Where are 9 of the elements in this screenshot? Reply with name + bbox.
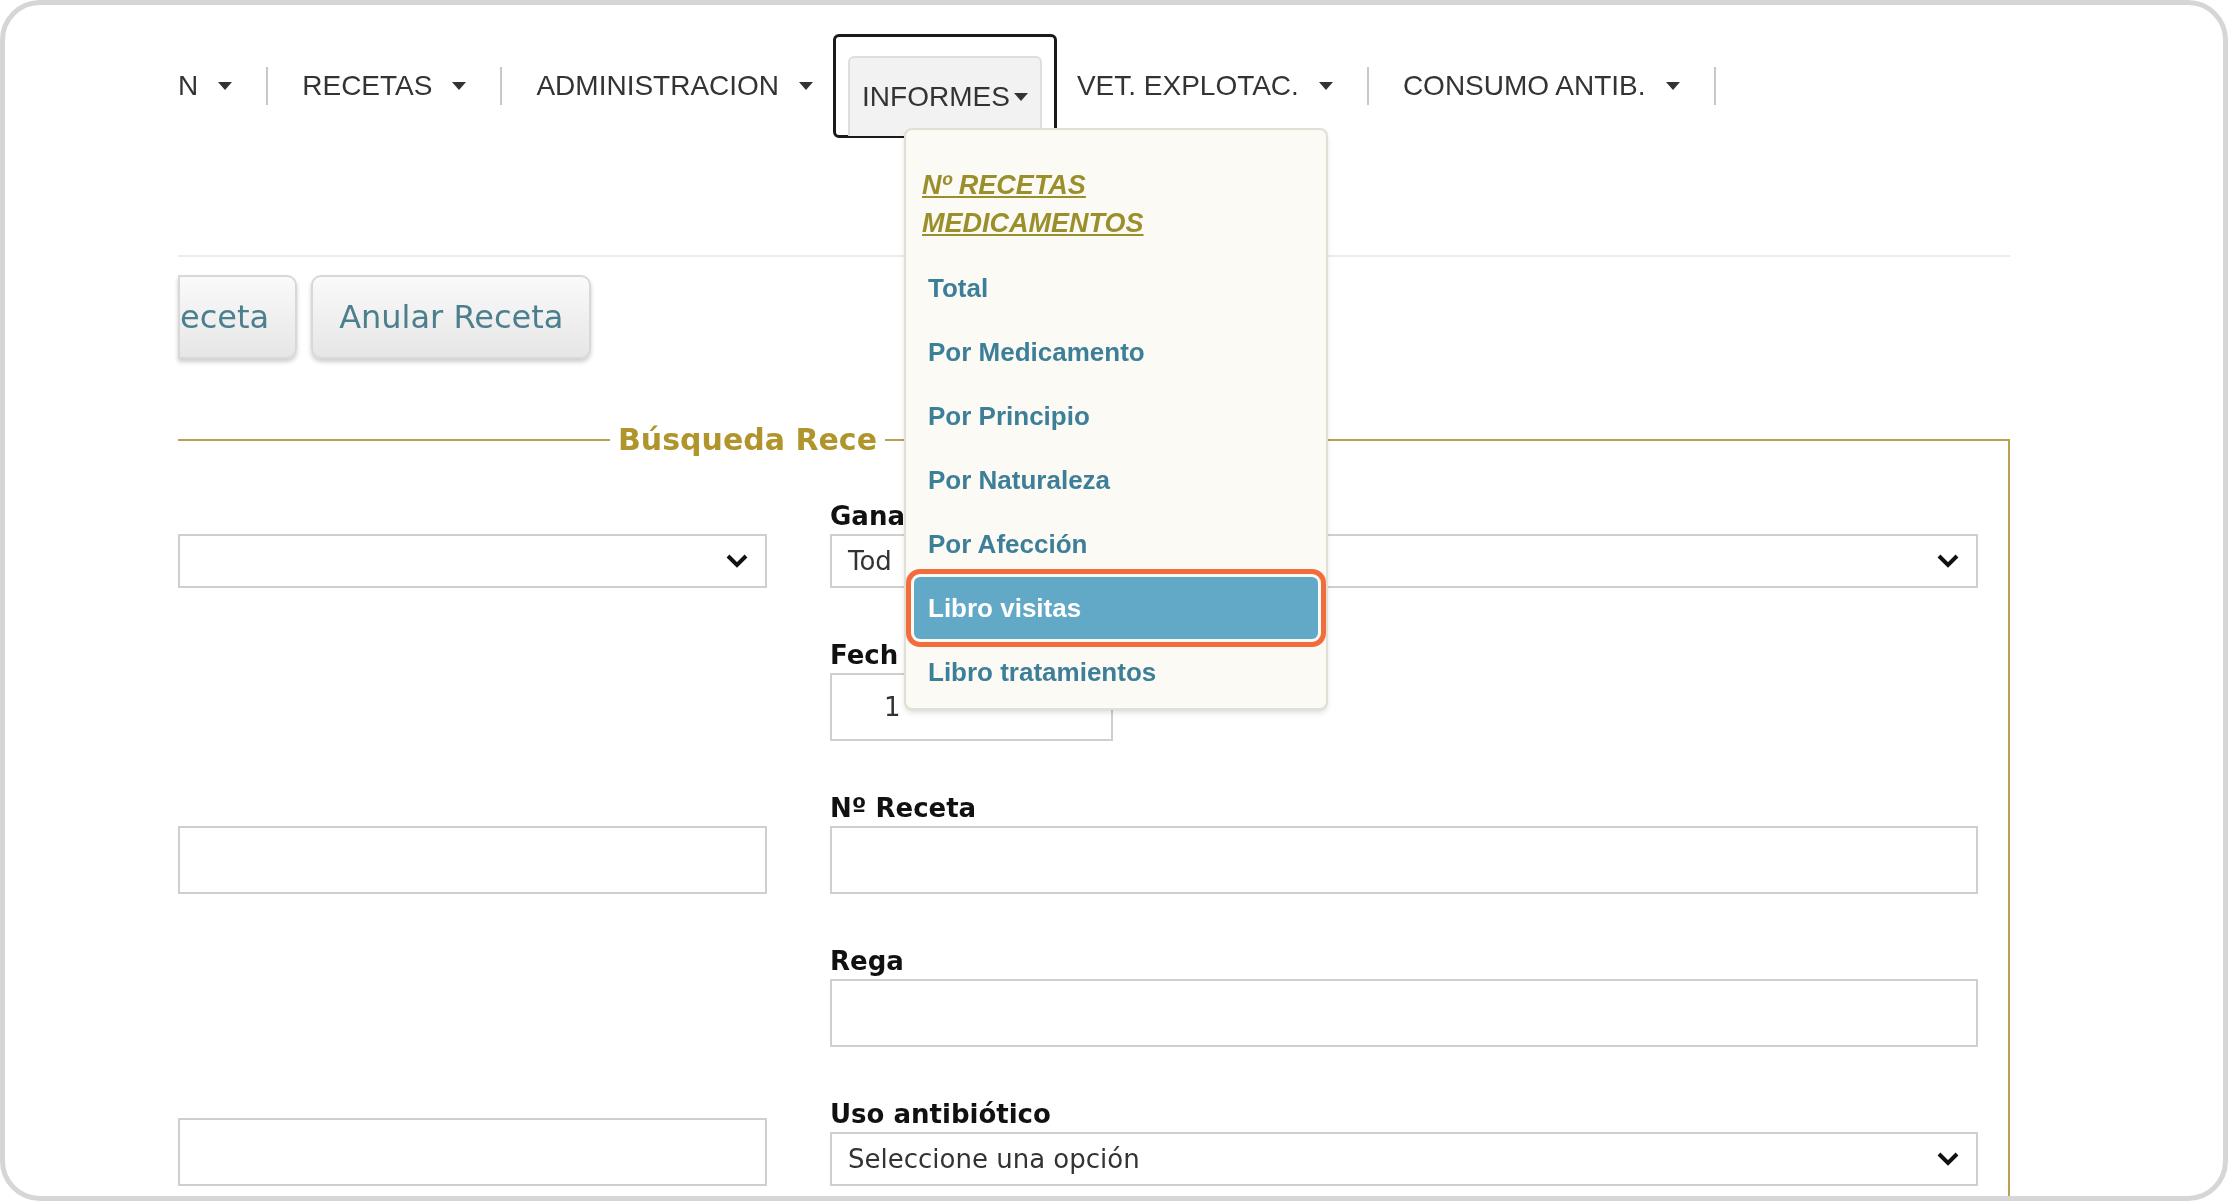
menu-heading: Nº RECETAS MEDICAMENTOS	[922, 169, 1145, 240]
field-label: Nº Receta	[830, 792, 978, 824]
field-label: Rega	[830, 945, 905, 977]
menu-label: INFORMES	[862, 80, 1010, 114]
field-label: Gana	[830, 500, 906, 532]
select-value: Tod	[848, 544, 892, 578]
select-value: Seleccione una opción	[848, 1142, 1140, 1176]
field-label: Fech	[830, 639, 900, 671]
field-label: Uso antibiótico	[830, 1098, 1052, 1130]
